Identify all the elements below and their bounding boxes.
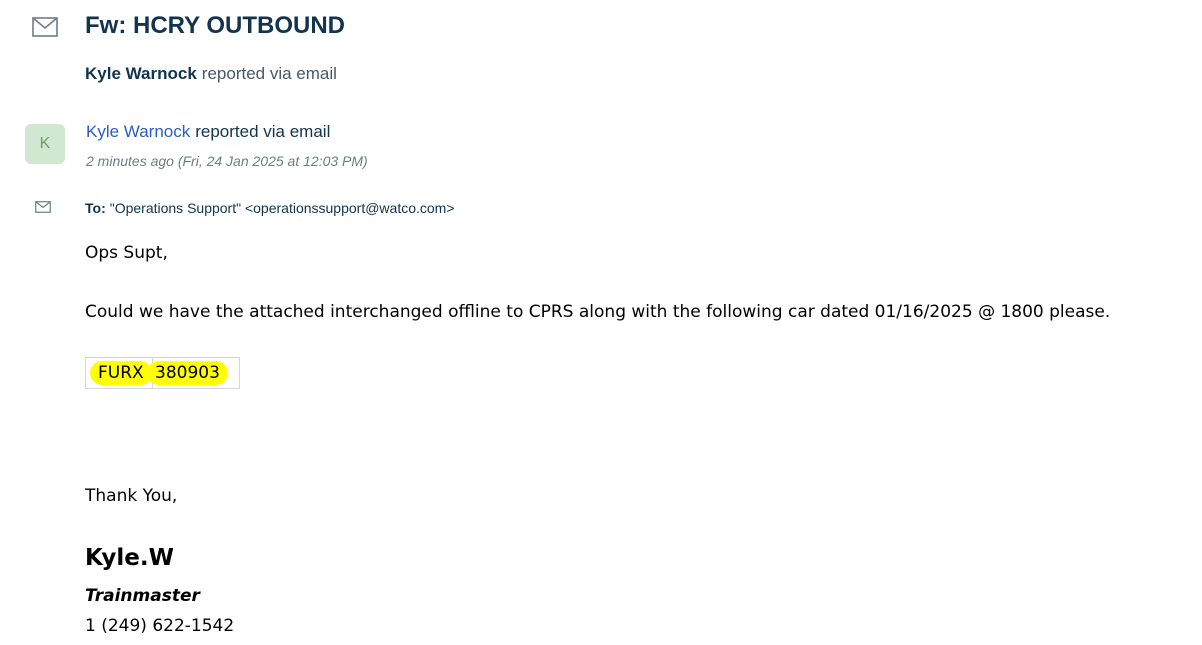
recipient-line: To: "Operations Support" <operationssuppo… — [85, 200, 455, 216]
sender-name-link[interactable]: Kyle Warnock — [86, 122, 190, 141]
car-number-cell: 380903 — [147, 357, 240, 389]
reporter-via: reported via email — [201, 64, 337, 83]
email-request: Could we have the attached interchanged … — [85, 302, 1111, 322]
car-number: 380903 — [147, 361, 228, 385]
message-sender: Kyle Warnock reported via email — [86, 122, 330, 142]
ticket-reporter: Kyle Warnock reported via email — [85, 64, 337, 84]
email-greeting: Ops Supt, — [85, 243, 168, 263]
car-mark: FURX — [90, 361, 152, 385]
ticket-title: Fw: HCRY OUTBOUND — [85, 12, 345, 39]
message-timestamp: 2 minutes ago (Fri, 24 Jan 2025 at 12:03… — [86, 153, 368, 169]
car-mark-cell: FURX — [85, 357, 153, 389]
signature-title: Trainmaster — [85, 586, 200, 606]
table-row: FURX 380903 — [85, 357, 240, 389]
reporter-name[interactable]: Kyle Warnock — [85, 64, 197, 83]
to-address: "Operations Support" <operationssupport@… — [109, 200, 455, 216]
envelope-icon — [32, 17, 58, 37]
car-table: FURX 380903 — [85, 357, 240, 389]
signature-phone: 1 (249) 622-1542 — [85, 616, 235, 636]
sender-via: reported via email — [195, 122, 331, 141]
signature-name: Kyle.W — [85, 545, 174, 571]
to-label: To: — [85, 200, 106, 216]
email-closing: Thank You, — [85, 486, 178, 506]
mail-icon — [35, 201, 51, 213]
ticket-page: Fw: HCRY OUTBOUND Kyle Warnock reported v… — [0, 0, 1202, 645]
avatar[interactable]: K — [25, 124, 65, 164]
